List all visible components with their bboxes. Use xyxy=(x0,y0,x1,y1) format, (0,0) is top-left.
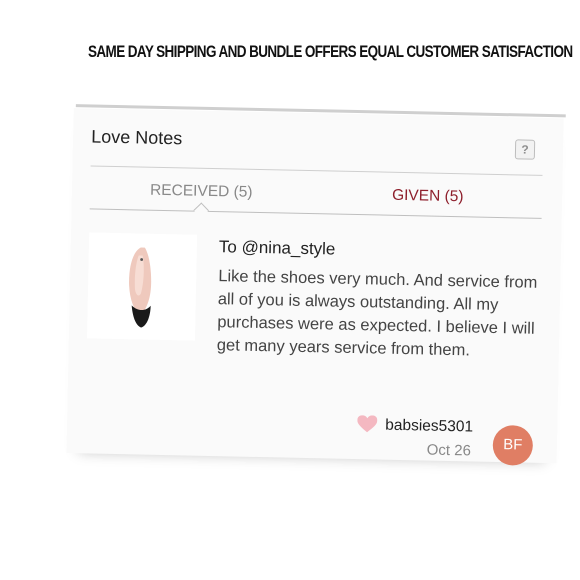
heart-icon[interactable] xyxy=(357,415,378,433)
product-image[interactable] xyxy=(86,232,198,341)
note-message: Like the shoes very much. And service fr… xyxy=(216,267,538,360)
tab-given[interactable]: GIVEN (5) xyxy=(392,187,464,206)
tab-received[interactable]: RECEIVED (5) xyxy=(150,182,253,202)
avatar[interactable]: BF xyxy=(492,424,534,466)
note-recipient: To @nina_style xyxy=(218,237,336,259)
active-tab-indicator xyxy=(193,202,209,219)
note-author[interactable]: babsies5301 xyxy=(385,417,473,437)
help-icon[interactable]: ? xyxy=(514,139,536,160)
title-divider xyxy=(90,165,543,176)
love-notes-card: Love Notes ? RECEIVED (5) GIVEN (5) To @… xyxy=(66,108,564,466)
note-date: Oct 26 xyxy=(426,441,472,460)
promo-headline: SAME DAY SHIPPING AND BUNDLE OFFERS EQUA… xyxy=(88,42,573,61)
card-title: Love Notes xyxy=(90,126,183,149)
love-notes-card-wrapper: Love Notes ? RECEIVED (5) GIVEN (5) To @… xyxy=(62,98,569,468)
shoe-image xyxy=(129,247,152,328)
tab-underline xyxy=(89,208,542,219)
